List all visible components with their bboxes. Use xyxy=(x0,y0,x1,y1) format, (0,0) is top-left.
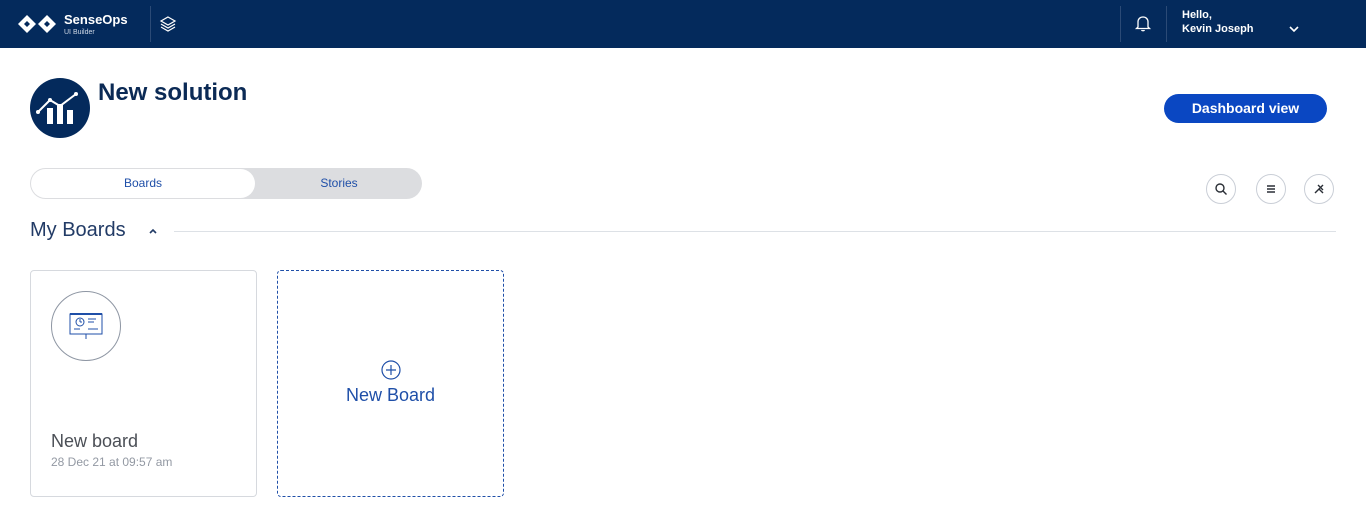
solution-avatar xyxy=(30,78,90,138)
section-title: My Boards xyxy=(30,219,126,241)
new-board-label: New Board xyxy=(345,385,436,405)
dashboard-view-button[interactable]: Dashboard view xyxy=(1164,94,1327,123)
tools-button[interactable] xyxy=(1304,174,1334,204)
topbar-divider xyxy=(1120,6,1121,42)
tab-stories[interactable]: Stories xyxy=(256,168,422,199)
chart-growth-icon xyxy=(36,92,78,124)
board-thumbnail xyxy=(51,291,121,361)
bell-icon[interactable] xyxy=(1134,14,1152,32)
layers-icon[interactable] xyxy=(159,15,177,33)
search-button[interactable] xyxy=(1206,174,1236,204)
page-title: New solution xyxy=(98,79,248,106)
list-icon xyxy=(1267,185,1275,193)
topbar-divider xyxy=(150,6,151,42)
view-tabs: Boards Stories xyxy=(30,168,422,199)
tab-boards[interactable]: Boards xyxy=(31,169,255,198)
brand-subtitle: UI Builder xyxy=(64,29,95,36)
board-name: New board xyxy=(51,431,139,451)
senseops-logo-icon[interactable] xyxy=(16,12,58,36)
presentation-board-icon xyxy=(69,313,103,339)
topbar-divider xyxy=(1166,6,1167,42)
user-name[interactable]: Kevin Joseph xyxy=(1182,23,1254,35)
plus-circle-icon xyxy=(381,360,401,380)
chevron-up-icon[interactable] xyxy=(147,226,159,236)
board-date: 28 Dec 21 at 09:57 am xyxy=(51,455,173,469)
top-navigation-bar: SenseOps UI Builder Hello, Kevin Joseph xyxy=(0,0,1366,48)
new-board-card[interactable]: New Board xyxy=(277,270,504,497)
section-divider xyxy=(174,231,1336,232)
tools-icon xyxy=(1314,184,1324,194)
user-greeting: Hello, xyxy=(1182,9,1212,21)
chevron-down-icon[interactable] xyxy=(1288,24,1300,34)
search-icon xyxy=(1215,183,1227,195)
brand-name: SenseOps xyxy=(64,12,128,27)
list-view-button[interactable] xyxy=(1256,174,1286,204)
board-card[interactable]: New board 28 Dec 21 at 09:57 am xyxy=(30,270,257,497)
